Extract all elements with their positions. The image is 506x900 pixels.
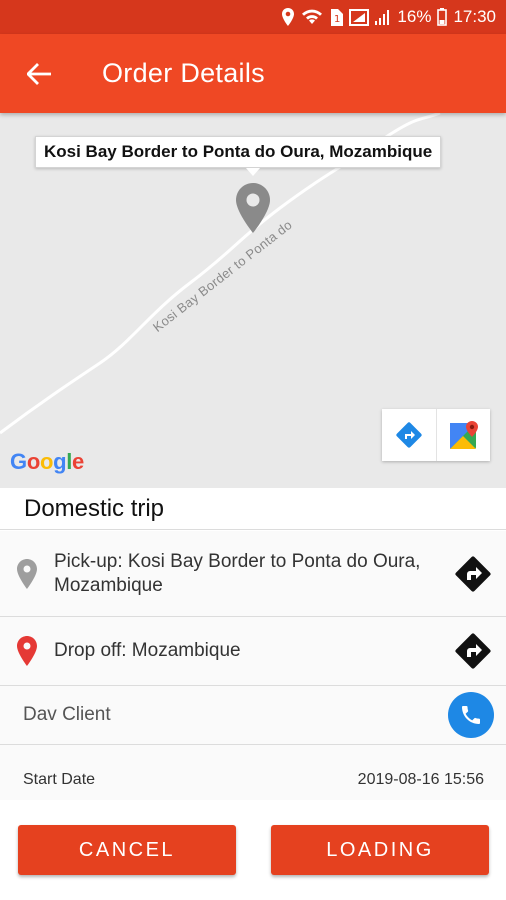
map-toolbar <box>382 409 490 461</box>
wifi-icon <box>302 9 323 24</box>
dropoff-navigate-button[interactable] <box>444 622 502 680</box>
pickup-address: Pick-up: Kosi Bay Border to Ponta do Our… <box>54 550 421 596</box>
pickup-icon-wrap <box>0 558 54 589</box>
status-bar: 1 16% 17:30 <box>0 0 506 34</box>
start-date-value: 2019-08-16 15:56 <box>357 771 484 788</box>
dropoff-address: Drop off: Mozambique <box>54 640 241 661</box>
battery-percent: 16% <box>397 7 432 26</box>
page-title: Order Details <box>102 58 265 88</box>
loading-button[interactable]: LOADING <box>271 825 489 875</box>
map-callout: Kosi Bay Border to Ponta do Oura, Mozamb… <box>35 136 442 168</box>
cancel-button[interactable]: CANCEL <box>18 825 236 875</box>
turn-right-icon <box>455 633 491 669</box>
pickup-row: Pick-up: Kosi Bay Border to Ponta do Our… <box>0 531 506 617</box>
dropoff-icon-wrap <box>0 636 54 666</box>
phone-icon <box>462 706 480 724</box>
map-view[interactable]: Kosi Bay Border to Ponta do Kosi Bay Bor… <box>0 113 506 488</box>
trip-type: Domestic trip <box>0 488 506 530</box>
directions-button[interactable] <box>382 409 436 461</box>
pickup-pin-icon <box>17 558 37 589</box>
start-date-label: Start Date <box>23 771 96 788</box>
dropoff-row: Drop off: Mozambique <box>0 617 506 686</box>
turn-right-icon <box>455 555 491 592</box>
location-icon <box>282 8 295 26</box>
signal-box-icon <box>349 8 370 26</box>
dropoff-pin-icon <box>17 636 37 666</box>
signal-icon <box>375 10 390 25</box>
svg-text:1: 1 <box>334 14 340 25</box>
clock: 17:30 <box>453 7 496 26</box>
google-logo: Google <box>10 449 84 474</box>
map-marker-icon[interactable] <box>236 183 270 233</box>
back-arrow-icon <box>27 62 51 85</box>
client-row: Dav Client <box>0 686 506 745</box>
client-name: Dav Client <box>23 704 111 725</box>
pickup-navigate-button[interactable] <box>444 545 502 603</box>
sim-icon: 1 <box>331 8 344 26</box>
open-maps-button[interactable] <box>436 409 490 461</box>
action-bar: CANCEL LOADING <box>0 800 506 900</box>
google-maps-icon <box>449 421 478 449</box>
app-bar: Order Details <box>0 34 506 113</box>
call-client-button[interactable] <box>448 692 494 738</box>
callout-tail <box>246 168 260 176</box>
back-button[interactable] <box>0 34 78 113</box>
directions-icon <box>396 422 422 448</box>
battery-icon <box>437 8 448 26</box>
